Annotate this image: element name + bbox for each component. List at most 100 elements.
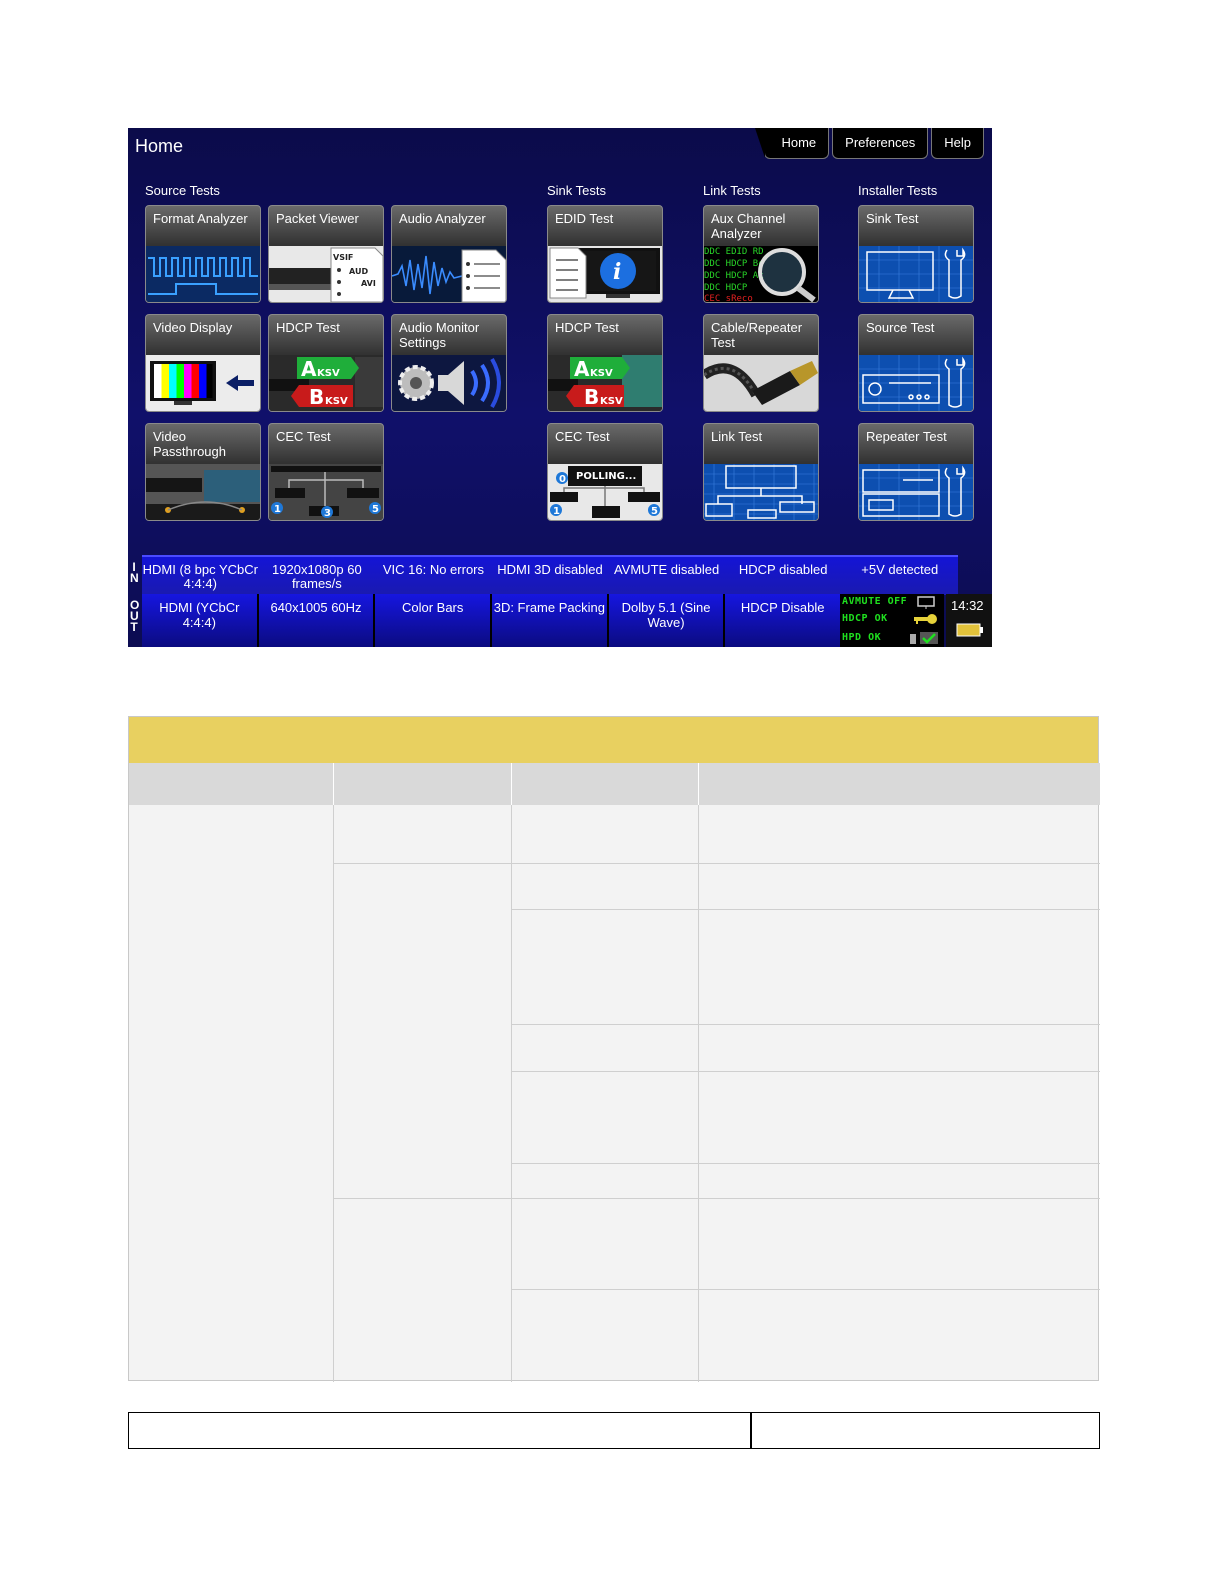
avi-label: AVI [361, 279, 376, 288]
tile-label: Audio Monitor Settings [399, 320, 480, 350]
table-column-header [334, 763, 512, 805]
tile-cec-test-source[interactable]: CEC Test 1 3 5 [268, 423, 384, 521]
tile-hdcp-test-source[interactable]: HDCP Test A KSV B KSV [268, 314, 384, 412]
tile-label: Link Test [711, 429, 763, 444]
tile-cec-test-sink[interactable]: CEC Test POLLING... 0 1 5 [547, 423, 663, 521]
tile-label: Cable/Repeater Test [711, 320, 803, 350]
table-row-divider [512, 909, 1100, 910]
nav-preferences-tab[interactable]: Preferences [832, 128, 929, 159]
footer-divider [750, 1413, 752, 1448]
cec-num-5: 5 [651, 506, 658, 517]
in-3d: HDMI 3D disabled [497, 562, 603, 577]
cec-network-icon: 1 3 5 [269, 464, 383, 520]
tile-audio-monitor-settings[interactable]: Audio Monitor Settings [391, 314, 507, 412]
in-avmute: AVMUTE disabled [613, 562, 720, 577]
bksv-letter: B [309, 385, 324, 409]
top-nav: Home Preferences Help [755, 128, 984, 161]
tile-label: EDID Test [555, 211, 614, 226]
bksv-sub: KSV [325, 396, 348, 407]
battery-icon [956, 623, 983, 637]
tile-cable-repeater-test[interactable]: Cable/Repeater Test [703, 314, 819, 412]
in-5v: +5V detected [861, 562, 939, 577]
footer-box [128, 1412, 1100, 1449]
color-bars-tv-icon [146, 355, 260, 411]
ddc-magnifier-icon: DDC EDID RD DDC HDCP Bc DDC HDCP Ak DDC … [704, 246, 818, 302]
cec-num-1: 1 [553, 506, 560, 517]
waveform-icon [146, 246, 260, 302]
table-column-header [129, 763, 334, 805]
cec-num-5: 5 [372, 504, 379, 515]
tile-edid-test[interactable]: EDID Test i [547, 205, 663, 303]
out-pattern-button[interactable]: Color Bars [375, 594, 491, 647]
monitor-icon [917, 596, 935, 609]
table-column-header [699, 763, 1100, 805]
hdcp-indicator: HDCP OK [842, 613, 888, 624]
cec-num-1: 1 [274, 504, 281, 515]
aksv-sub: KSV [590, 368, 613, 379]
input-status-bar: HDMI (8 bpc YCbCr 4:4:4) 1920x1080p 60 f… [142, 555, 958, 595]
table-column-header [512, 763, 699, 805]
ddc-line: DDC HDCP Ak [704, 271, 764, 281]
table-row-divider [512, 1289, 1100, 1290]
aksv-letter: A [574, 357, 590, 381]
table-divider [333, 805, 334, 1382]
out-3d-button[interactable]: 3D: Frame Packing [492, 594, 607, 647]
tile-label: Packet Viewer [276, 211, 359, 226]
out-resolution-button[interactable]: 640x1005 60Hz [258, 594, 374, 647]
avmute-indicator: AVMUTE OFF [842, 596, 908, 607]
aud-label: AUD [349, 267, 368, 276]
in-resolution: 1920x1080p 60 frames/s [272, 562, 362, 591]
tile-link-test[interactable]: Link Test [703, 423, 819, 521]
tile-label: Video Passthrough [153, 429, 226, 459]
out-signal-type-button[interactable]: HDMI (YCbCr 4:4:4) [142, 594, 257, 647]
tile-format-analyzer[interactable]: Format Analyzer [145, 205, 261, 303]
hdmi-cable-icon [704, 355, 818, 411]
clock-panel: 14:32 [946, 594, 992, 647]
section-sink-tests: Sink Tests [547, 183, 607, 198]
device-screen: Home Home Preferences Help Source Tests … [128, 128, 992, 647]
nav-help-tab[interactable]: Help [931, 128, 984, 159]
out-audio-button[interactable]: Dolby 5.1 (Sine Wave) [608, 594, 724, 647]
table-title-row [129, 717, 1098, 763]
tile-sink-test[interactable]: Sink Test [858, 205, 974, 303]
table-row-divider [512, 1024, 1100, 1025]
cec-num-3: 3 [324, 508, 331, 519]
hpd-indicator: HPD OK [842, 632, 882, 643]
tile-hdcp-test-sink[interactable]: HDCP Test A KSV B KSV [547, 314, 663, 412]
section-link-tests: Link Tests [703, 183, 761, 198]
repeater-wrench-icon [859, 464, 973, 520]
tile-video-display[interactable]: Video Display [145, 314, 261, 412]
ddc-line: DDC HDCP Bc [704, 259, 764, 269]
table-row-divider [512, 1071, 1100, 1072]
tile-label: Repeater Test [866, 429, 947, 444]
nav-home-tab[interactable]: Home [755, 128, 830, 159]
table-divider [511, 805, 512, 1382]
tile-aux-channel-analyzer[interactable]: Aux Channel Analyzer DDC EDID RD DDC HDC… [703, 205, 819, 303]
in-label-text: IN [130, 560, 139, 585]
tile-repeater-test[interactable]: Repeater Test [858, 423, 974, 521]
tile-source-test[interactable]: Source Test [858, 314, 974, 412]
key-icon [914, 614, 937, 624]
vsif-label: VSIF [333, 253, 353, 262]
bksv-letter: B [584, 385, 599, 409]
tile-label: Video Display [153, 320, 233, 335]
in-label: IN [130, 560, 140, 585]
out-hdcp-button[interactable]: HDCP Disable [725, 594, 841, 647]
source-wrench-icon [859, 355, 973, 411]
page-title: Home [135, 136, 184, 156]
hpd-check-icon [910, 632, 938, 644]
out-label: OUT [130, 599, 140, 633]
tile-video-passthrough[interactable]: Video Passthrough [145, 423, 261, 521]
ddc-line: CEC sReco [704, 294, 753, 302]
tile-label: CEC Test [555, 429, 610, 444]
tile-label: Source Test [866, 320, 935, 335]
tile-audio-analyzer[interactable]: Audio Analyzer [391, 205, 507, 303]
cec-polling-icon: POLLING... 0 1 5 [548, 464, 662, 520]
tile-label: Aux Channel Analyzer [711, 211, 786, 241]
aksv-letter: A [301, 357, 317, 381]
in-vic: VIC 16: No errors [382, 562, 485, 577]
svg-text:i: i [613, 259, 621, 285]
tile-packet-viewer[interactable]: Packet Viewer VSIF AUD AVI [268, 205, 384, 303]
table-divider [698, 805, 699, 1382]
table-row-divider [334, 1198, 1100, 1199]
